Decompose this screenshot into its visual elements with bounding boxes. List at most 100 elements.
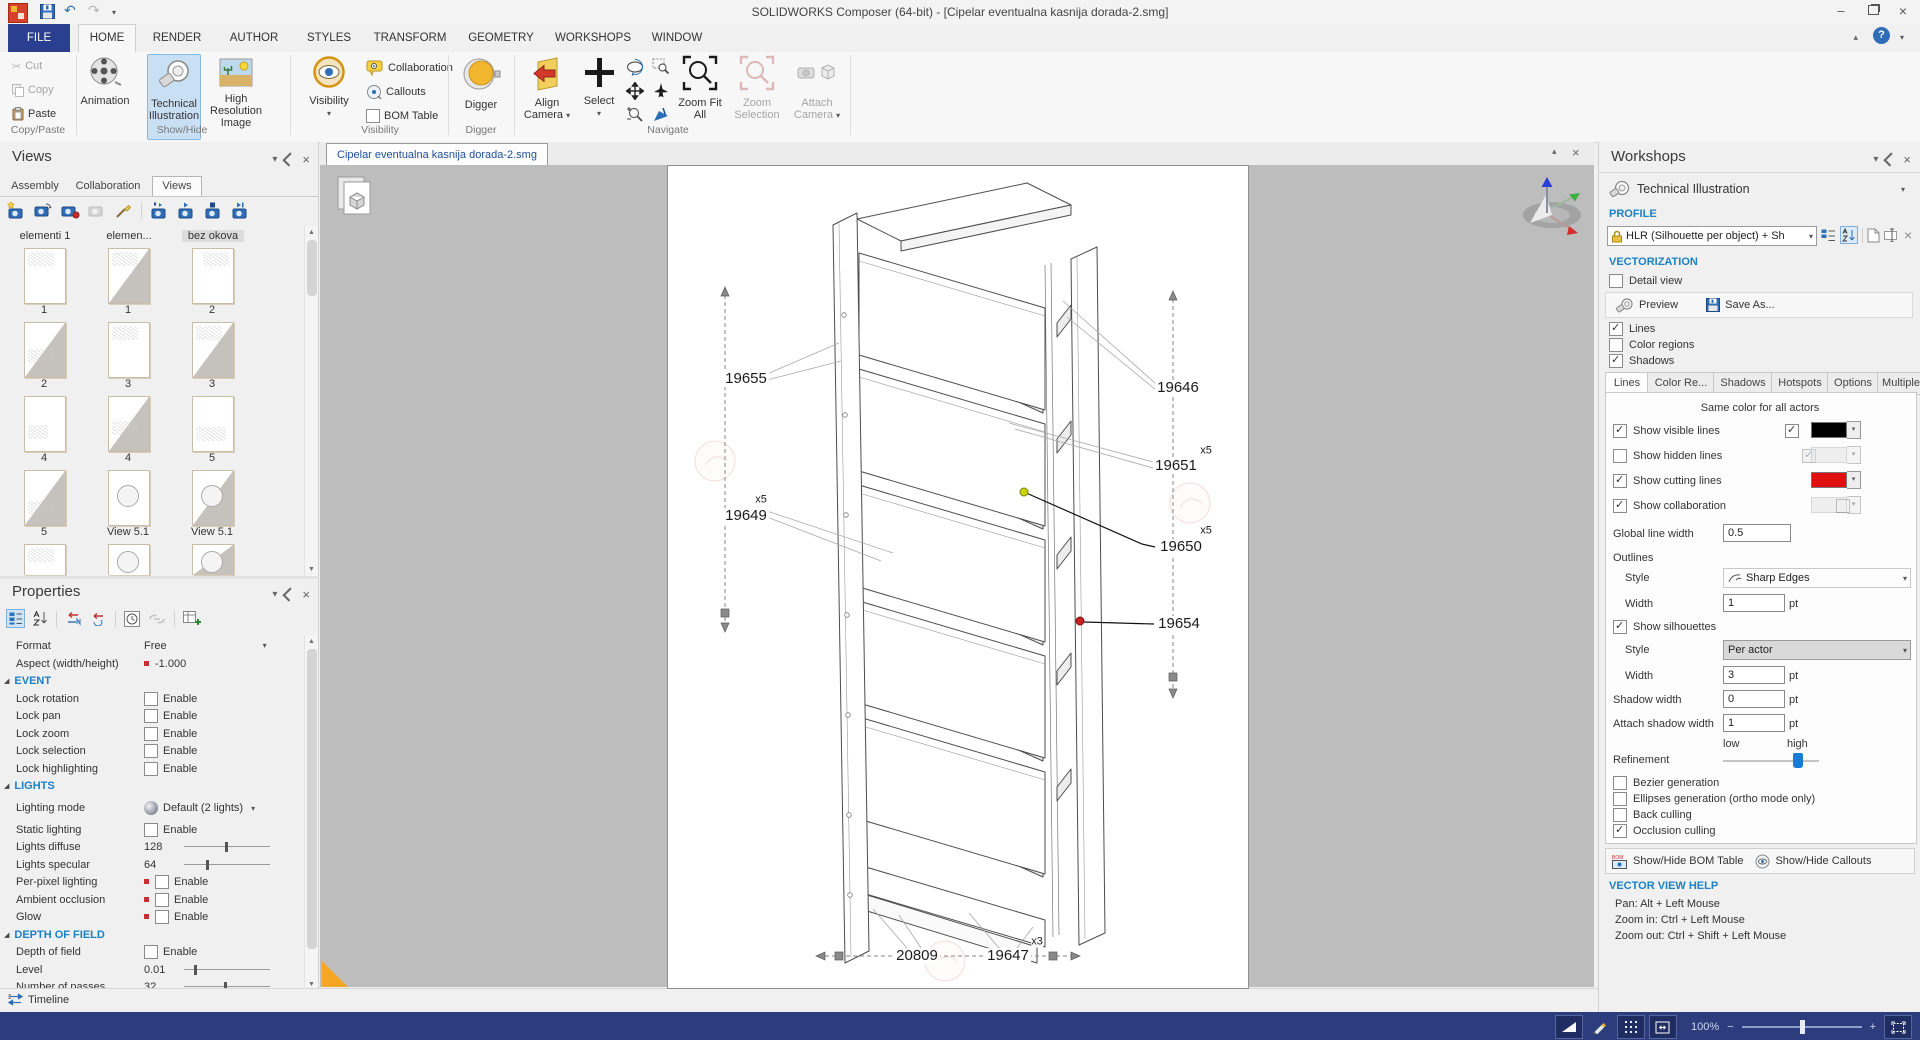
cutting-lines-color-picker[interactable]: ▾ — [1811, 472, 1861, 488]
visibility-button[interactable]: Visibility▾ — [300, 54, 358, 120]
views-tab-collaboration[interactable]: Collaboration — [64, 176, 152, 196]
goto-first-view-icon[interactable] — [149, 202, 169, 219]
silhouette-style-combo[interactable]: Per actor▾ — [1723, 640, 1911, 660]
hidden-lines-color-picker[interactable]: ▾ — [1811, 447, 1861, 463]
back-culling-checkbox[interactable] — [1613, 808, 1627, 822]
property-row[interactable]: Per-pixel lightingEnable — [0, 873, 300, 891]
scroll-up-icon[interactable]: ▲ — [305, 226, 318, 239]
style-edit-icon[interactable] — [1587, 1016, 1613, 1038]
views-pin-icon[interactable] — [283, 152, 297, 166]
fit-to-window-icon[interactable] — [1884, 1015, 1912, 1039]
delete-profile-icon[interactable]: × — [1904, 227, 1912, 243]
show-hidden-lines-checkbox[interactable] — [1613, 449, 1627, 463]
views-close-icon[interactable]: × — [302, 152, 310, 167]
scroll-down-icon[interactable]: ▼ — [305, 563, 318, 576]
tab-geometry[interactable]: GEOMETRY — [462, 24, 540, 52]
show-visible-lines-toggle[interactable]: Show visible lines — [1613, 424, 1720, 438]
pan-icon[interactable] — [626, 82, 644, 100]
lines-toggle[interactable]: Lines — [1609, 322, 1655, 336]
profile-sort-icon[interactable] — [1840, 226, 1858, 244]
view-thumbnail[interactable] — [192, 322, 234, 378]
fly-mode-icon[interactable] — [652, 82, 670, 100]
timeline-tab[interactable]: Timeline — [8, 993, 69, 1006]
color-regions-toggle[interactable]: Color regions — [1609, 338, 1694, 352]
orbit-icon[interactable] — [626, 58, 644, 76]
show-cutting-lines-checkbox[interactable] — [1613, 474, 1627, 488]
collaboration-button[interactable]: Collaboration — [366, 58, 453, 78]
show-silhouettes-checkbox[interactable] — [1613, 620, 1627, 634]
zoom-in-out-icon[interactable] — [626, 106, 644, 124]
tab-workshops[interactable]: WORKSHOPS — [550, 24, 636, 52]
lights-diffuse-slider[interactable] — [184, 846, 270, 847]
redo-icon[interactable]: ↷ — [88, 2, 100, 19]
view-thumbnail[interactable] — [192, 544, 234, 575]
enable-checkbox[interactable] — [144, 692, 158, 706]
collapse-ribbon-icon[interactable]: ▴ — [1853, 32, 1858, 43]
refinement-slider[interactable] — [1723, 760, 1819, 762]
view-thumbnail[interactable] — [108, 470, 150, 526]
passes-slider[interactable] — [184, 986, 270, 987]
property-row[interactable]: GlowEnable — [0, 908, 300, 926]
bom-table-checkbox[interactable] — [366, 109, 380, 123]
callout-label[interactable]: 19655 — [723, 371, 769, 387]
properties-scrollbar[interactable]: ▲ ▼ — [304, 635, 318, 991]
digger-button[interactable]: Digger — [452, 54, 510, 111]
zoom-slider-handle[interactable] — [1800, 1020, 1805, 1034]
view-thumbnail[interactable] — [108, 248, 150, 304]
goto-next-view-icon[interactable] — [230, 202, 250, 219]
property-row[interactable]: FormatFree▾ — [0, 637, 300, 655]
view-thumbnail[interactable] — [192, 396, 234, 452]
reset-properties-icon[interactable] — [90, 611, 107, 626]
page-navigator-icon[interactable] — [336, 175, 374, 217]
walk-mode-icon[interactable] — [652, 106, 670, 124]
refinement-slider-handle[interactable] — [1793, 753, 1803, 768]
callout-label[interactable]: 19647 — [985, 948, 1031, 964]
update-view-icon[interactable] — [33, 202, 53, 219]
undo-icon[interactable]: ↶ — [64, 2, 76, 19]
high-resolution-image-button[interactable]: High Resolution Image — [203, 54, 269, 129]
minimize-button[interactable]: – — [1826, 0, 1856, 22]
silhouette-width-input[interactable]: 3 — [1723, 666, 1785, 684]
align-camera-button[interactable]: Align Camera ▾ — [518, 54, 576, 122]
views-menu-caret-icon[interactable]: ▾ — [272, 154, 277, 165]
view-thumbnail[interactable] — [108, 396, 150, 452]
create-view-icon[interactable] — [6, 202, 26, 219]
save-icon[interactable] — [40, 4, 55, 19]
enable-checkbox[interactable] — [144, 823, 158, 837]
lines-tab[interactable]: Lines — [1605, 372, 1649, 394]
enable-checkbox[interactable] — [155, 893, 169, 907]
show-cutting-lines-toggle[interactable]: Show cutting lines — [1613, 474, 1722, 488]
property-row[interactable]: Lock highlightingEnable — [0, 760, 300, 778]
callout-label[interactable]: 20809 — [894, 948, 940, 964]
help-icon[interactable]: ? — [1873, 27, 1890, 44]
restore-default-icon[interactable] — [65, 611, 82, 626]
select-button[interactable]: Select▾ — [576, 54, 622, 120]
tab-render[interactable]: RENDER — [142, 24, 212, 52]
update-view-disabled-icon[interactable] — [87, 202, 107, 219]
alphabetical-sort-icon[interactable] — [33, 611, 48, 626]
workshops-menu-caret-icon[interactable]: ▾ — [1873, 154, 1878, 165]
shadows-toggle[interactable]: Shadows — [1609, 354, 1674, 368]
property-row[interactable]: Lock zoomEnable — [0, 725, 300, 743]
tab-home[interactable]: HOME — [78, 24, 136, 53]
measure-tool-icon[interactable] — [1555, 1015, 1583, 1039]
visible-lines-color-picker[interactable]: ▾ — [1811, 422, 1861, 438]
attach-camera-button[interactable]: Attach Camera ▾ — [788, 54, 846, 122]
cut-button[interactable]: ✂Cut — [12, 56, 42, 76]
collaboration-color-picker[interactable]: ▾ — [1811, 497, 1861, 513]
property-row[interactable]: Lights diffuse128 — [0, 838, 300, 856]
property-row[interactable]: Level0.01 — [0, 961, 300, 979]
lines-checkbox[interactable] — [1609, 322, 1623, 336]
save-as-button[interactable]: Save As... — [1706, 298, 1775, 312]
callout-label[interactable]: 19649 — [723, 508, 769, 524]
enable-checkbox[interactable] — [144, 762, 158, 776]
zoom-out-button[interactable]: − — [1727, 1021, 1733, 1033]
view-thumbnail[interactable] — [24, 544, 66, 575]
update-view-red-icon[interactable] — [60, 202, 80, 219]
preview-button[interactable]: Preview — [1616, 298, 1678, 313]
ellipses-generation-toggle[interactable]: Ellipses generation (ortho mode only) — [1613, 792, 1815, 806]
property-section-event[interactable]: ◢EVENT — [0, 672, 300, 689]
animation-properties-icon[interactable] — [124, 611, 140, 627]
restore-button[interactable] — [1858, 0, 1888, 22]
orientation-triad-icon[interactable] — [1516, 171, 1588, 237]
